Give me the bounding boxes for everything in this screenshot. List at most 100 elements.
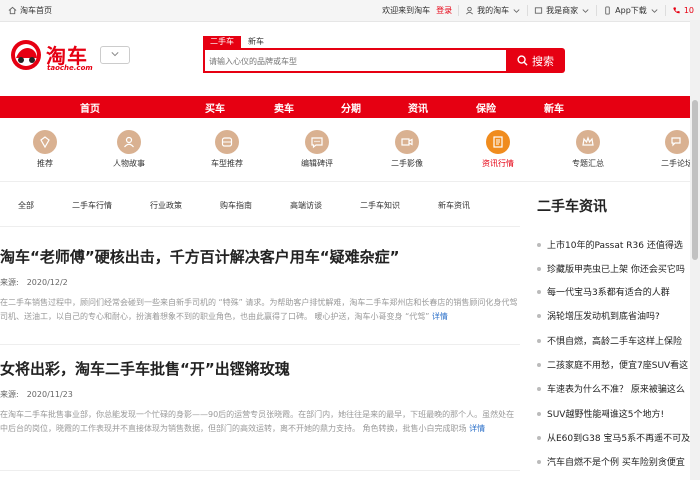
- login-link[interactable]: 登录: [436, 5, 452, 16]
- category-label: 资讯行情: [482, 159, 514, 168]
- sidebar-news-title: 车速表为什么不准？ 原来被骗这么: [547, 385, 685, 395]
- sidebar-news-title: 不惧自燃，高龄二手车这样上保险: [547, 337, 683, 347]
- subtab-interviews[interactable]: 高端访谈: [290, 200, 322, 211]
- bullet-icon: [537, 289, 541, 294]
- article-summary-text: 在淘车二手车批售事业部，你总能发现一个忙碌的身影——90后的运营专员张晓霞。在部…: [0, 410, 515, 433]
- category-recommend[interactable]: 推荐: [10, 130, 80, 169]
- divider: [0, 344, 520, 345]
- subtab-guide[interactable]: 购车指南: [220, 200, 252, 211]
- article-title[interactable]: 淘车“老师傅”硬核出击，千方百计解决客户用车“疑难杂症”: [0, 246, 520, 267]
- search-tab-new-car[interactable]: 新车: [241, 36, 271, 48]
- article-date: 2020/11/23: [26, 390, 73, 399]
- bullet-icon: [537, 386, 541, 391]
- welcome-area: 欢迎来到淘车 登录: [376, 5, 458, 16]
- search-tab-used-car[interactable]: 二手车: [203, 36, 241, 48]
- my-taoche-menu[interactable]: 我的淘车: [458, 5, 527, 16]
- nav-insurance[interactable]: 保险: [476, 100, 496, 115]
- article-more-link[interactable]: 详情: [469, 424, 485, 433]
- divider: [0, 470, 520, 471]
- nav-new-car[interactable]: 新车: [544, 100, 564, 115]
- home-link-label: 淘车首页: [20, 6, 52, 15]
- article-source-label: 来源:: [0, 278, 19, 287]
- sidebar-news-title: 每一代宝马3系都有适合的人群: [547, 288, 670, 298]
- article-source-label: 来源:: [0, 390, 19, 399]
- sidebar-news-title: 汽车自燃不是个例 买车险别贪便宜: [547, 458, 685, 468]
- article-item: 淘车“老师傅”硬核出击，千方百计解决客户用车“疑难杂症” 来源: 2020/12/…: [0, 246, 520, 324]
- search-button-label: 搜索: [532, 54, 554, 68]
- sidebar-news-item[interactable]: SUV越野性能째谁这5个地方!: [537, 407, 700, 420]
- category-label: 推荐: [37, 159, 53, 168]
- subtab-market[interactable]: 二手车行情: [72, 200, 112, 211]
- sidebar-news-item[interactable]: 涡轮增压发动机到底省油吗?: [537, 309, 700, 322]
- sidebar-news-item[interactable]: 车速表为什么不准？ 原来被骗这么: [537, 382, 700, 395]
- article-meta: 来源: 2020/11/23: [0, 389, 520, 400]
- chevron-down-icon: [651, 9, 658, 13]
- category-news-market[interactable]: 资讯行情: [463, 130, 533, 169]
- subtab-policy[interactable]: 行业政策: [150, 200, 182, 211]
- crown-icon: [576, 130, 600, 154]
- category-model-recommend[interactable]: 车型推荐: [192, 130, 262, 169]
- sidebar-news-title: 二孩家庭不用愁，便宜7座SUV看这: [547, 361, 689, 371]
- nav-home[interactable]: 首页: [80, 100, 100, 115]
- search-input[interactable]: [209, 54, 499, 68]
- merchant-menu[interactable]: 我是商家: [527, 5, 596, 16]
- sidebar-news-item[interactable]: 从E60到G38 宝马5系不再遥不可及: [537, 431, 700, 444]
- document-icon: [486, 130, 510, 154]
- camera-icon: [395, 130, 419, 154]
- category-editor-reviews[interactable]: 编辑碑评: [282, 130, 352, 169]
- user-icon: [466, 6, 474, 15]
- hotline-number: 10: [683, 6, 694, 15]
- car-icon: [215, 130, 239, 154]
- sidebar-news-item[interactable]: 上市10年的Passat R36 还值得选: [537, 238, 700, 251]
- subtab-knowledge[interactable]: 二手车知识: [360, 200, 400, 211]
- bullet-icon: [537, 362, 541, 367]
- category-people-stories[interactable]: 人物故事: [94, 130, 164, 169]
- sidebar-news-item[interactable]: 珍藏版甲壳虫已上架 你还会买它吗: [537, 262, 700, 275]
- nav-buy-car[interactable]: 买车: [205, 100, 225, 115]
- hotline: 10: [664, 5, 700, 16]
- category-label: 编辑碑评: [301, 159, 333, 168]
- category-topics[interactable]: 专题汇总: [553, 130, 623, 169]
- nav-sell-car[interactable]: 卖车: [274, 100, 294, 115]
- bullet-icon: [537, 338, 541, 343]
- nav-installment[interactable]: 分期: [341, 100, 361, 115]
- page-scrollbar[interactable]: [690, 20, 700, 480]
- home-link[interactable]: 淘车首页: [8, 5, 52, 16]
- my-taoche-label: 我的淘车: [477, 6, 510, 15]
- top-utility-bar: 淘车首页 欢迎来到淘车 登录 我的淘车 我是商家 App下载 10: [0, 0, 700, 22]
- sidebar-news-title: 从E60到G38 宝马5系不再遥不可及: [547, 434, 691, 444]
- bullet-icon: [537, 242, 541, 247]
- welcome-text: 欢迎来到淘车: [382, 6, 431, 15]
- search-button[interactable]: 搜索: [506, 48, 565, 73]
- chevron-down-icon: [111, 52, 119, 57]
- article-meta: 来源: 2020/12/2: [0, 277, 520, 288]
- sidebar-news-item[interactable]: 二孩家庭不用愁，便宜7座SUV看这: [537, 358, 700, 371]
- category-label: 二手影像: [391, 159, 423, 168]
- subtab-new-car[interactable]: 新车资讯: [438, 200, 470, 211]
- merchant-label: 我是商家: [546, 6, 579, 15]
- main-nav: 首页 买车 卖车 分期 资讯 保险 新车: [0, 96, 700, 118]
- article-title[interactable]: 女将出彩，淘车二手车批售“开”出铿锵玫瑰: [0, 358, 520, 379]
- sidebar-news-item[interactable]: 不惧自燃，高龄二手车这样上保险: [537, 334, 700, 347]
- phone-icon: [605, 6, 610, 15]
- search-icon: [517, 55, 528, 66]
- sidebar-news-item[interactable]: 每一代宝马3系都有适合的人群: [537, 285, 700, 298]
- subtab-all[interactable]: 全部: [18, 200, 34, 211]
- nav-news[interactable]: 资讯: [408, 100, 428, 115]
- sidebar-title: 二手车资讯: [537, 199, 607, 215]
- category-label: 人物故事: [113, 159, 145, 168]
- bullet-icon: [537, 266, 541, 271]
- person-icon: [117, 130, 141, 154]
- city-select[interactable]: [100, 46, 130, 64]
- app-download-menu[interactable]: App下载: [596, 5, 665, 16]
- article-summary: 在二手车销售过程中，顾问们经常会碰到一些来自新手司机的 “特殊” 请求。为帮助客…: [0, 296, 520, 324]
- bullet-icon: [537, 313, 541, 318]
- category-used-car-video[interactable]: 二手影像: [372, 130, 442, 169]
- category-label: 专题汇总: [572, 159, 604, 168]
- scrollbar-thumb[interactable]: [692, 100, 698, 260]
- category-row: 推荐 人物故事 车型推荐 编辑碑评 二手影像 资讯行情 专题汇总 二手论坛: [0, 118, 700, 182]
- article-more-link[interactable]: 详情: [432, 312, 448, 321]
- article-date: 2020/12/2: [26, 278, 68, 287]
- sidebar-news-item[interactable]: 汽车自燃不是个例 买车险别贪便宜: [537, 455, 700, 468]
- sidebar-news-title: SUV越野性能째谁这5个地方!: [547, 410, 665, 420]
